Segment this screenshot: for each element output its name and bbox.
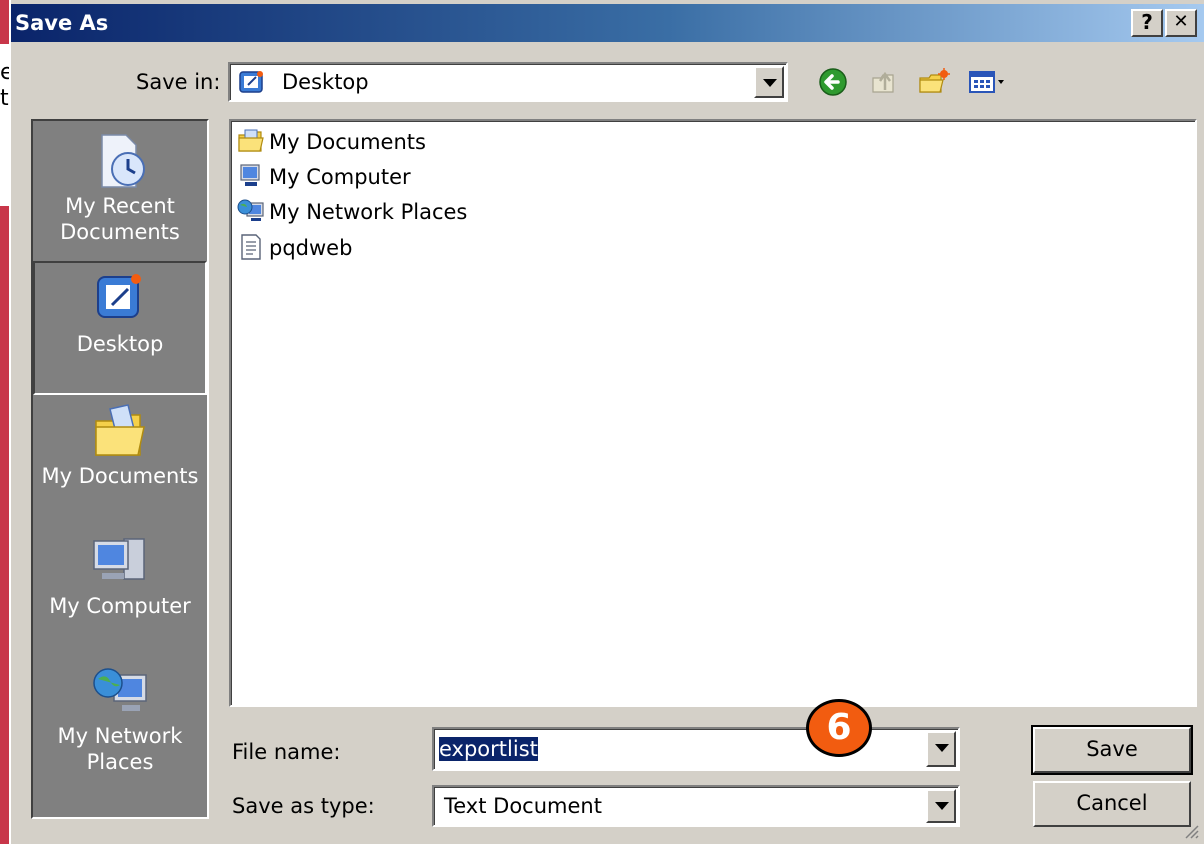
save-as-dialog: Save As ? ✕ Save in: Desktop My Recent D… bbox=[9, 0, 1204, 844]
text-file-icon bbox=[241, 234, 261, 260]
computer-icon bbox=[240, 164, 260, 186]
list-item-label: My Network Places bbox=[269, 200, 468, 224]
list-item-label: pqdweb bbox=[269, 236, 353, 260]
save-as-type-label: Save as type: bbox=[232, 794, 375, 818]
cancel-button[interactable]: Cancel bbox=[1033, 781, 1191, 827]
save-as-type-value: Text Document bbox=[444, 794, 602, 818]
save-as-type-select[interactable]: Text Document bbox=[432, 785, 960, 827]
place-my-network-places[interactable]: My Network Places bbox=[33, 661, 207, 801]
resize-grip-icon[interactable] bbox=[1180, 820, 1200, 840]
recent-documents-icon bbox=[101, 134, 145, 188]
my-documents-icon bbox=[95, 404, 145, 456]
places-bar: My Recent Documents Desktop My Documents bbox=[31, 119, 209, 819]
close-icon: ✕ bbox=[1173, 11, 1189, 32]
place-my-computer[interactable]: My Computer bbox=[33, 531, 207, 655]
up-folder-icon[interactable] bbox=[867, 66, 901, 98]
file-name-label: File name: bbox=[232, 740, 341, 764]
folder-icon bbox=[238, 129, 264, 152]
place-label: My Recent bbox=[65, 194, 175, 218]
save-in-value: Desktop bbox=[282, 70, 369, 94]
views-menu-icon[interactable] bbox=[967, 66, 1013, 98]
list-item-label: My Documents bbox=[269, 130, 426, 154]
file-name-dropdown-button[interactable] bbox=[926, 731, 956, 767]
desktop-small-icon bbox=[238, 69, 266, 95]
save-in-combo[interactable]: Desktop bbox=[228, 62, 788, 102]
save-in-dropdown-button[interactable] bbox=[754, 66, 784, 98]
network-places-icon bbox=[93, 668, 147, 711]
file-list[interactable]: My Documents My Computer My Network Plac… bbox=[229, 119, 1197, 707]
save-as-type-dropdown-button[interactable] bbox=[926, 789, 956, 823]
save-in-label: Save in: bbox=[136, 70, 221, 94]
step-callout-badge: 6 bbox=[806, 699, 872, 757]
place-label: Desktop bbox=[76, 332, 164, 356]
place-label: My Network bbox=[57, 724, 183, 748]
dialog-title: Save As bbox=[15, 11, 109, 35]
title-bar[interactable]: Save As ? ✕ bbox=[11, 4, 1204, 42]
back-icon[interactable] bbox=[817, 66, 851, 98]
place-label: Places bbox=[86, 750, 154, 774]
list-item-label: My Computer bbox=[269, 165, 411, 189]
network-icon bbox=[237, 199, 264, 221]
help-button[interactable]: ? bbox=[1131, 9, 1163, 37]
place-desktop[interactable]: Desktop bbox=[33, 261, 207, 395]
place-my-documents[interactable]: My Documents bbox=[33, 401, 207, 525]
background-text-fragment: t bbox=[0, 86, 9, 111]
file-name-input[interactable]: exportlist bbox=[432, 727, 960, 771]
place-label: My Documents bbox=[41, 464, 199, 488]
close-button[interactable]: ✕ bbox=[1165, 9, 1197, 37]
my-computer-icon bbox=[93, 538, 145, 580]
place-label: Documents bbox=[60, 220, 180, 244]
desktop-icon bbox=[97, 274, 141, 318]
new-folder-icon[interactable] bbox=[917, 66, 951, 98]
place-my-recent-documents[interactable]: My Recent Documents bbox=[33, 131, 207, 255]
file-name-value: exportlist bbox=[439, 737, 538, 761]
save-button[interactable]: Save bbox=[1031, 725, 1193, 775]
place-label: My Computer bbox=[49, 594, 191, 618]
